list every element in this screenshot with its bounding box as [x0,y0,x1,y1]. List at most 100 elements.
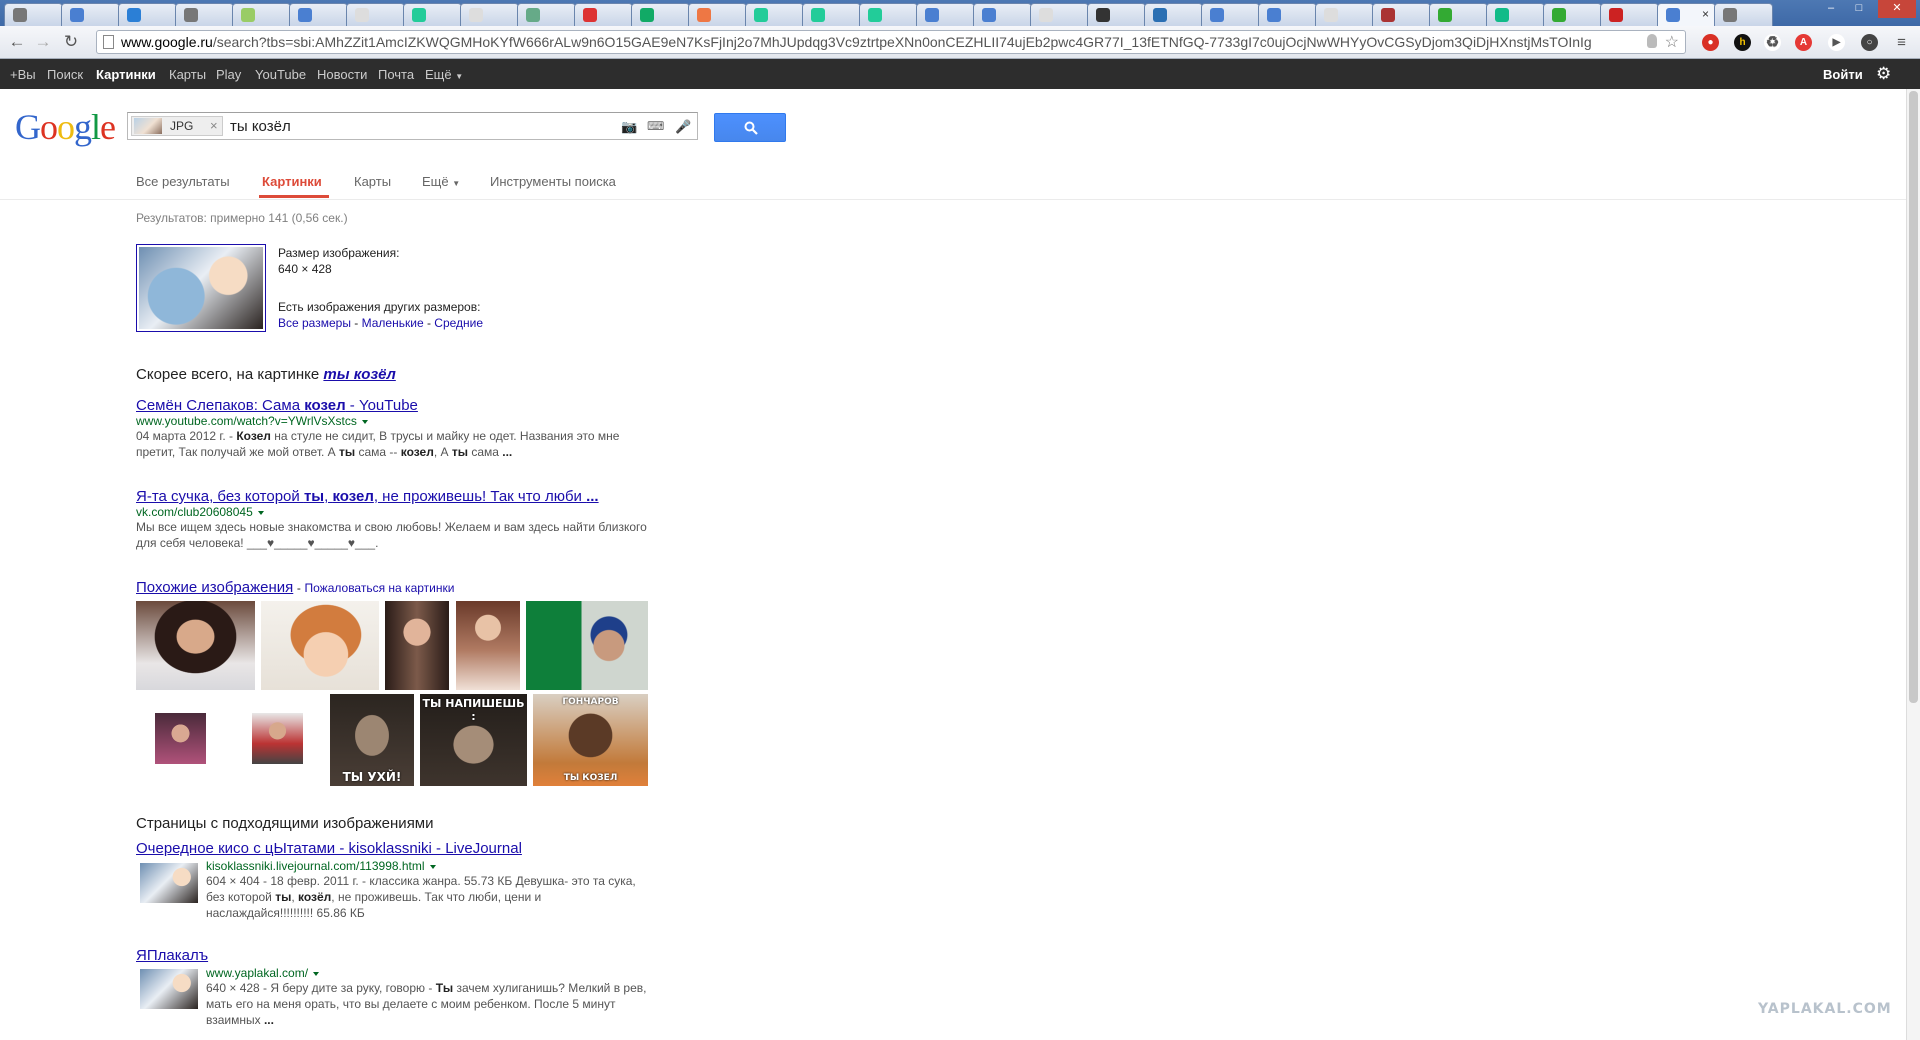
address-url[interactable]: www.google.ru/search?tbs=sbi:AMhZZit1Amc… [121,34,1641,50]
gbar-more[interactable]: Ещё ▼ [425,67,463,82]
browser-tab[interactable] [916,3,975,26]
best-guess-link[interactable]: ты козёл [323,366,395,383]
result-title-link[interactable]: Я-та сучка, без которой ты, козел, не пр… [136,488,656,505]
small-sizes-link[interactable]: Маленькие [362,316,424,330]
maximize-icon[interactable]: □ [1846,0,1872,18]
similar-image[interactable] [155,713,206,764]
search-box[interactable]: JPG × ты козёл 📷 ⌨ 🎤 [127,112,698,140]
browser-tab[interactable] [175,3,234,26]
similar-image[interactable] [261,601,379,690]
browser-tab[interactable] [1201,3,1260,26]
medium-sizes-link[interactable]: Средние [434,316,483,330]
browser-tab[interactable] [346,3,405,26]
browser-tab[interactable] [1543,3,1602,26]
page-result-thumbnail[interactable] [140,863,198,903]
gear-icon[interactable]: ⚙ [1876,64,1891,84]
signin-link[interactable]: Войти [1823,67,1863,82]
forward-icon[interactable]: → [32,31,54,53]
browser-tab[interactable] [574,3,633,26]
browser-tab[interactable] [1030,3,1089,26]
report-images-link[interactable]: Пожаловаться на картинки [305,581,455,595]
gbar-images[interactable]: Картинки [96,67,156,82]
extension-adblock-icon[interactable]: ● [1702,34,1719,51]
keyboard-icon[interactable]: ⌨ [647,119,664,133]
google-logo[interactable]: Google [15,106,116,148]
gbar-plus-you[interactable]: +Вы [10,67,36,82]
image-chip[interactable]: JPG × [131,116,223,136]
page-result-url[interactable]: www.yaplakal.com/ [206,966,652,980]
chevron-down-icon[interactable] [429,864,436,869]
browser-tab[interactable] [1429,3,1488,26]
tab-close-icon[interactable]: × [1702,7,1709,21]
back-icon[interactable]: ← [6,31,28,53]
page-result-title[interactable]: Очередное кисо с цЫтатами - kisoklassnik… [136,840,676,857]
browser-tab[interactable] [1372,3,1431,26]
query-image-thumbnail[interactable] [136,244,266,332]
browser-tab[interactable] [289,3,348,26]
gbar-play[interactable]: Play [216,67,241,82]
extension-h-icon[interactable]: h [1734,34,1751,51]
result-url[interactable]: vk.com/club20608045 [136,505,656,519]
browser-tab[interactable] [802,3,861,26]
browser-tab[interactable] [1144,3,1203,26]
similar-image[interactable] [385,601,449,690]
browser-tab[interactable] [517,3,576,26]
similar-image[interactable] [252,713,303,764]
similar-image[interactable] [526,601,648,690]
browser-tab[interactable] [1087,3,1146,26]
similar-image[interactable]: ТЫ НАПИШЕШЬ : [420,694,527,786]
browser-tab[interactable] [1600,3,1659,26]
search-query[interactable]: ты козёл [230,118,291,135]
browser-tab[interactable] [1486,3,1545,26]
camera-icon[interactable]: 📷 [621,119,637,135]
menu-icon[interactable]: ≡ [1893,34,1910,51]
lightbulb-icon[interactable] [1647,34,1657,48]
browser-tab[interactable] [745,3,804,26]
gbar-maps[interactable]: Карты [169,67,206,82]
tab-images[interactable]: Картинки [262,174,322,189]
chip-close-icon[interactable]: × [210,118,218,133]
vertical-scrollbar[interactable] [1906,89,1920,1040]
microphone-icon[interactable]: 🎤 [675,119,691,135]
extension-abp-icon[interactable]: A [1795,34,1812,51]
chevron-down-icon[interactable] [257,510,264,515]
extension-recycle-icon[interactable]: ♻ [1764,34,1781,51]
address-bar[interactable]: www.google.ru/search?tbs=sbi:AMhZZit1Amc… [96,30,1686,54]
gbar-search[interactable]: Поиск [47,67,83,82]
all-sizes-link[interactable]: Все размеры [278,316,351,330]
minimize-icon[interactable]: – [1818,0,1844,18]
gbar-youtube[interactable]: YouTube [255,67,306,82]
browser-tab[interactable] [631,3,690,26]
search-button[interactable] [714,113,786,142]
similar-image[interactable]: ГОНЧАРОВ ТЫ КОЗЕЛ [533,694,648,786]
browser-tab[interactable] [859,3,918,26]
page-result-thumbnail[interactable] [140,969,198,1009]
extension-circle-icon[interactable]: ○ [1861,34,1878,51]
chevron-down-icon[interactable] [361,419,368,424]
tab-maps[interactable]: Карты [354,174,391,189]
result-url[interactable]: www.youtube.com/watch?v=YWrlVsXstcs [136,414,656,428]
browser-tab[interactable] [1258,3,1317,26]
tab-all-results[interactable]: Все результаты [136,174,230,189]
reload-icon[interactable]: ↻ [60,31,82,53]
gbar-mail[interactable]: Почта [378,67,414,82]
browser-tab[interactable] [688,3,747,26]
browser-tab[interactable] [61,3,120,26]
scrollbar-thumb[interactable] [1909,91,1918,703]
browser-tab[interactable]: × [1657,3,1716,26]
browser-tab[interactable] [460,3,519,26]
browser-tab[interactable] [4,3,63,26]
browser-tab[interactable] [1714,3,1773,26]
page-result-url[interactable]: kisoklassniki.livejournal.com/113998.htm… [206,859,646,873]
browser-tab[interactable] [1315,3,1374,26]
browser-tab[interactable] [232,3,291,26]
browser-tab[interactable] [118,3,177,26]
browser-tab[interactable] [973,3,1032,26]
gbar-news[interactable]: Новости [317,67,367,82]
page-result-title[interactable]: ЯПлакалъ [136,947,656,964]
similar-images-link[interactable]: Похожие изображения [136,579,293,596]
browser-tab[interactable] [403,3,462,26]
tab-more[interactable]: Ещё ▼ [422,174,460,189]
extension-play-icon[interactable]: ▶ [1828,34,1845,51]
close-window-icon[interactable]: ✕ [1878,0,1916,18]
